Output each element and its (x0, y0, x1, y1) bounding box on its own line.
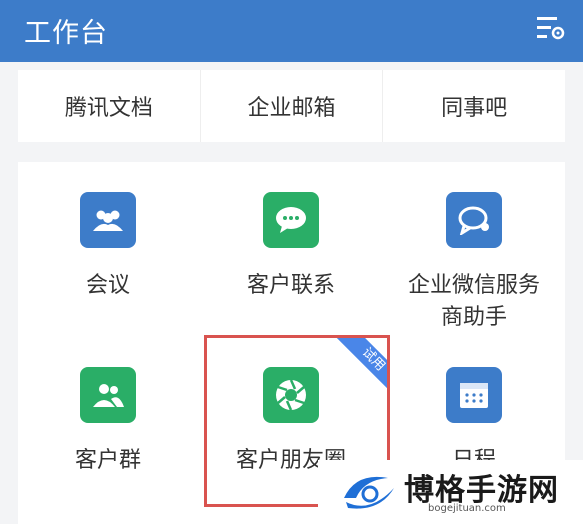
app-customer-contact[interactable]: 客户联系 (201, 192, 381, 302)
service-chat-icon (446, 192, 502, 248)
app-label: 会议 (85, 273, 130, 298)
trial-badge: 试用 (318, 338, 387, 407)
page-title: 工作台 (24, 18, 108, 49)
app-header: 工作台 (0, 0, 583, 62)
app-label: 客户群 (74, 448, 141, 473)
quick-links-bar: 腾讯文档 企业邮箱 同事吧 (18, 70, 565, 142)
chat-bubble-icon (263, 192, 319, 248)
group-icon (80, 367, 136, 423)
enterprise-mail-link[interactable]: 企业邮箱 (199, 70, 383, 142)
site-watermark: 博格手游网 bogejituan.com (318, 460, 583, 524)
tencent-docs-link[interactable]: 腾讯文档 (18, 70, 200, 142)
calendar-icon (446, 367, 502, 423)
app-service-assistant[interactable]: 企业微信服务商助手 (384, 192, 564, 334)
app-customer-group[interactable]: 客户群 (18, 367, 198, 477)
colleague-forum-link[interactable]: 同事吧 (382, 70, 565, 142)
watermark-url: bogejituan.com (428, 503, 506, 514)
app-label: 企业微信服务商助手 (407, 273, 540, 330)
app-meeting[interactable]: 会议 (18, 192, 198, 302)
moments-aperture-icon (263, 367, 319, 423)
trial-badge-label: 试用 (334, 338, 387, 399)
app-label: 客户联系 (246, 273, 335, 298)
watermark-logo-icon (344, 476, 394, 509)
meeting-icon (80, 192, 136, 248)
settings-menu-icon[interactable] (535, 14, 565, 42)
